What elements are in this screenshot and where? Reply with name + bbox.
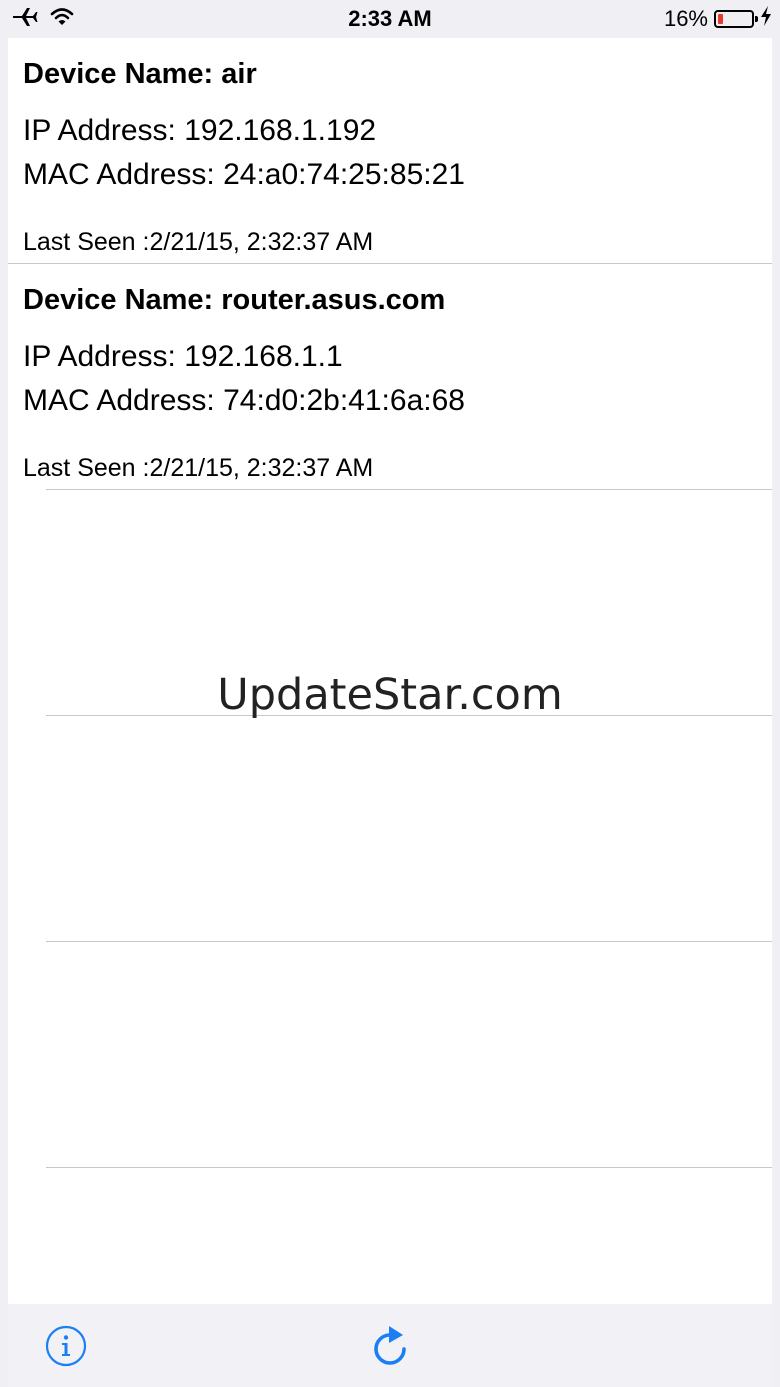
watermark: UpdateStar.com [217,670,563,720]
charging-icon [760,6,772,32]
battery-cap [755,16,758,22]
info-icon [45,1325,87,1367]
ip-address: IP Address: 192.168.1.192 [23,114,377,147]
empty-row [8,716,772,942]
ip-address: IP Address: 192.168.1.1 [23,340,343,373]
mac-address: MAC Address: 74:d0:2b:41:6a:68 [23,384,465,417]
refresh-icon [374,1326,406,1365]
bottom-toolbar [8,1304,772,1387]
last-seen: Last Seen :2/21/15, 2:32:37 AM [23,228,374,256]
status-bar: 2:33 AM 16% [0,0,780,38]
device-row-air[interactable]: Device Name: air IP Address: 192.168.1.1… [8,38,772,264]
mac-address: MAC Address: 24:a0:74:25:85:21 [23,158,465,191]
info-button[interactable] [45,1325,87,1367]
refresh-button[interactable] [370,1325,410,1367]
status-right: 16% [664,6,772,32]
battery-percent: 16% [663,6,708,31]
device-name: Device Name: router.asus.com [23,284,446,316]
last-seen: Last Seen :2/21/15, 2:32:37 AM [23,454,374,482]
battery-icon [714,10,758,28]
screen: 2:33 AM 16% Device Name: air IP Address:… [0,0,780,1387]
device-row-router[interactable]: Device Name: router.asus.com IP Address:… [8,264,772,490]
empty-row [8,942,772,1168]
battery-level [718,14,723,24]
device-name: Device Name: air [23,58,257,90]
row-separator [46,1167,772,1168]
